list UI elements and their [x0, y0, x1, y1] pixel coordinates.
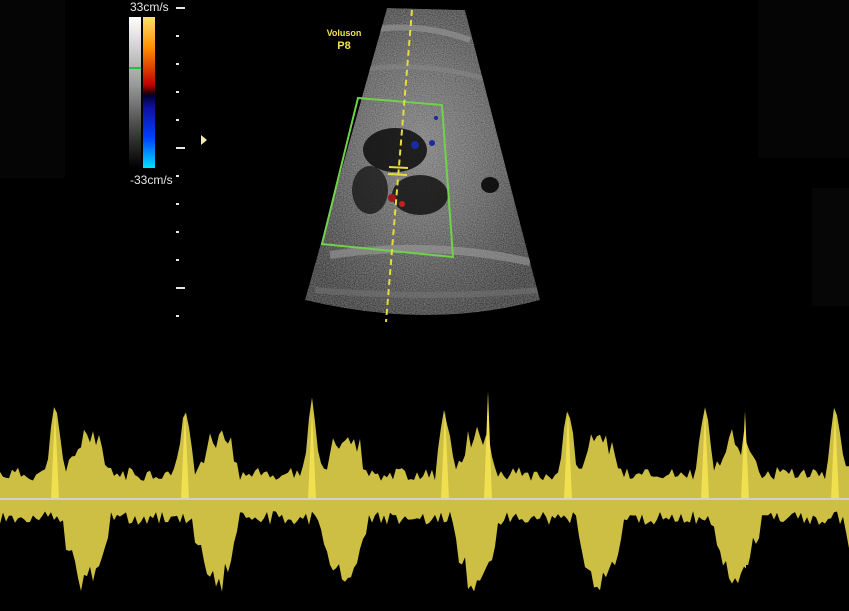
right-panel-shade-lower	[812, 188, 849, 306]
b-mode-sector	[305, 8, 540, 315]
left-panel-shade	[0, 0, 65, 178]
spectrum-envelope	[0, 397, 849, 592]
ultrasound-display	[0, 0, 849, 611]
depth-scale	[176, 7, 185, 317]
doppler-spectrum	[0, 391, 849, 592]
spectrum-corner-mask	[746, 565, 849, 611]
right-panel-shade	[758, 0, 849, 158]
